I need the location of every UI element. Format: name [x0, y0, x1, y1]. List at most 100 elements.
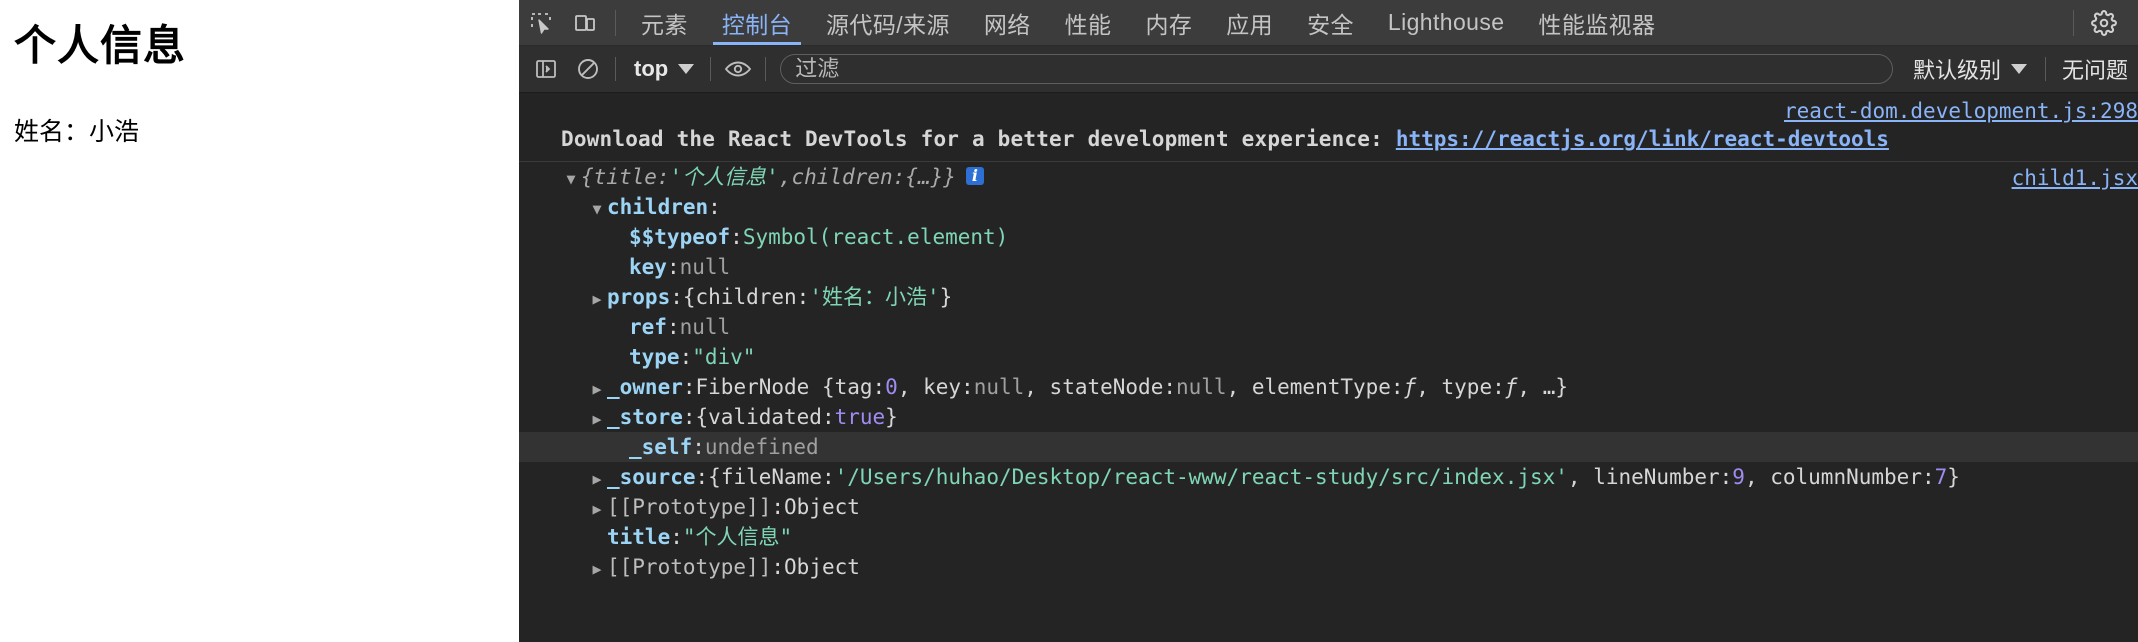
property-row-store[interactable]: _store: {validated: true} — [519, 402, 2138, 432]
log-level-selector[interactable]: 默认级别 — [1901, 53, 2039, 85]
property-row-typeof[interactable]: $$typeof: Symbol(react.element) — [519, 222, 2138, 252]
source-mid: , lineNumber: — [1567, 465, 1733, 489]
object-preview-colon2: : — [892, 165, 906, 189]
console-sidebar-icon[interactable] — [525, 48, 567, 90]
chevron-right-icon[interactable] — [587, 284, 607, 314]
log-level-label: 默认级别 — [1912, 58, 2001, 83]
property-value: "div" — [692, 345, 756, 369]
react-devtools-link[interactable]: https://reactjs.org/link/react-devtools — [1396, 127, 1889, 151]
property-row-props[interactable]: props: {children: '姓名：小浩'} — [519, 282, 2138, 312]
tab-label: 网络 — [983, 11, 1031, 38]
screen-root: 个人信息 姓名：小浩 元素 控制台 源代码/来源 网络 性能 内存 应用 安全 … — [0, 0, 2138, 642]
devtools-tab-list: 元素 控制台 源代码/来源 网络 性能 内存 应用 安全 Lighthouse … — [624, 0, 2065, 45]
console-filter-input[interactable] — [780, 54, 1893, 84]
info-badge-icon[interactable]: i — [965, 167, 984, 185]
console-message-source-link[interactable]: react-dom.development.js:298 — [1784, 99, 2138, 123]
chevron-down-icon[interactable] — [561, 164, 581, 194]
object-preview-children-value: {…} — [905, 165, 944, 189]
source-linenumber-value: 9 — [1732, 465, 1745, 489]
property-key: _source — [607, 465, 696, 489]
property-row-type[interactable]: type: "div" — [519, 342, 2138, 372]
owner-type-value: ƒ — [1504, 375, 1518, 399]
property-row-prototype-outer[interactable]: [[Prototype]]: Object — [519, 552, 2138, 582]
object-preview-title-value: '个人信息' — [669, 165, 779, 189]
property-row-title[interactable]: title: "个人信息" — [519, 522, 2138, 552]
chevron-right-icon[interactable] — [587, 464, 607, 494]
console-message-object: child1.jsx {title: '个人信息', children: {…}… — [519, 162, 2138, 586]
owner-key-value: null — [973, 375, 1025, 399]
chevron-down-icon — [678, 64, 695, 74]
live-expression-eye-icon[interactable] — [717, 48, 759, 90]
toolbar-divider — [765, 57, 767, 81]
clear-console-icon[interactable] — [567, 48, 609, 90]
property-key: children — [607, 195, 709, 219]
toolbar-divider — [710, 57, 712, 81]
store-post: } — [885, 405, 898, 429]
tab-label: 性能监视器 — [1538, 11, 1656, 38]
object-preview-close: } — [943, 165, 956, 189]
execution-context-label: top — [634, 56, 669, 81]
props-children-value: '姓名：小浩' — [809, 285, 940, 309]
property-value: Symbol(react.element) — [742, 225, 1009, 249]
chevron-right-icon[interactable] — [587, 494, 607, 524]
property-key: props — [607, 285, 671, 309]
tab-label: Lighthouse — [1387, 9, 1505, 35]
device-toolbar-icon[interactable] — [563, 1, 607, 45]
property-row-prototype-inner[interactable]: [[Prototype]]: Object — [519, 492, 2138, 522]
tab-performance-monitor[interactable]: 性能监视器 — [1521, 0, 1672, 45]
execution-context-selector[interactable]: top — [622, 56, 704, 82]
owner-tag-value: 0 — [885, 375, 898, 399]
console-output[interactable]: react-dom.development.js:298 Download th… — [519, 93, 2138, 642]
page-title: 个人信息 — [14, 22, 187, 69]
object-preview-key-title: title — [593, 165, 657, 189]
props-pre: {children: — [682, 285, 810, 309]
property-value: Object — [784, 555, 860, 579]
property-row-owner[interactable]: _owner: FiberNode {tag: 0, key: null, st… — [519, 372, 2138, 402]
tab-elements[interactable]: 元素 — [624, 0, 705, 45]
object-header-row[interactable]: {title: '个人信息', children: {…}} i — [519, 162, 2138, 192]
source-columnnumber-value: 7 — [1934, 465, 1948, 489]
property-row-self[interactable]: _self: undefined — [519, 432, 2138, 462]
owner-mid2: , stateNode: — [1024, 375, 1176, 399]
tab-sources[interactable]: 源代码/来源 — [809, 0, 967, 45]
owner-mid1: , key: — [897, 375, 974, 399]
chevron-right-icon[interactable] — [587, 374, 607, 404]
object-children-row[interactable]: children: — [519, 192, 2138, 222]
gear-icon[interactable] — [2082, 1, 2126, 45]
source-mid2: , columnNumber: — [1744, 465, 1935, 489]
property-row-key[interactable]: key: null — [519, 252, 2138, 282]
tab-label: 源代码/来源 — [826, 11, 950, 38]
tab-memory[interactable]: 内存 — [1128, 0, 1209, 45]
tab-console[interactable]: 控制台 — [705, 0, 809, 45]
toolbar-divider — [2044, 57, 2046, 81]
property-value: undefined — [704, 435, 819, 459]
property-key: [[Prototype]] — [607, 495, 772, 519]
tab-security[interactable]: 安全 — [1290, 0, 1371, 45]
property-key: _self — [629, 435, 693, 459]
owner-mid3: , elementType: — [1226, 375, 1404, 399]
console-object-source-link[interactable]: child1.jsx — [2012, 166, 2138, 190]
property-key: key — [629, 255, 667, 279]
store-pre: {validated: — [695, 405, 835, 429]
owner-end: , …} — [1517, 375, 1568, 399]
tab-lighthouse[interactable]: Lighthouse — [1371, 0, 1522, 45]
tab-performance[interactable]: 性能 — [1048, 0, 1129, 45]
tab-label: 安全 — [1307, 11, 1354, 38]
issues-status: 无问题 — [2061, 58, 2128, 83]
tabbar-right-group — [2065, 1, 2138, 45]
property-key: ref — [629, 315, 667, 339]
toolbar-divider — [615, 57, 616, 81]
inspect-element-icon[interactable] — [519, 1, 563, 45]
owner-statenode-value: null — [1175, 375, 1227, 399]
tab-network[interactable]: 网络 — [967, 0, 1048, 45]
chevron-down-icon[interactable] — [587, 194, 607, 224]
tab-application[interactable]: 应用 — [1209, 0, 1290, 45]
owner-elementtype-value: ƒ — [1403, 375, 1417, 399]
tab-label: 控制台 — [721, 11, 793, 38]
property-row-source[interactable]: _source: {fileName: '/Users/huhao/Deskto… — [519, 462, 2138, 492]
chevron-right-icon[interactable] — [587, 404, 607, 434]
chevron-right-icon[interactable] — [587, 554, 607, 584]
tab-label: 元素 — [641, 11, 688, 38]
property-row-ref[interactable]: ref: null — [519, 312, 2138, 342]
tab-label: 内存 — [1145, 11, 1193, 38]
